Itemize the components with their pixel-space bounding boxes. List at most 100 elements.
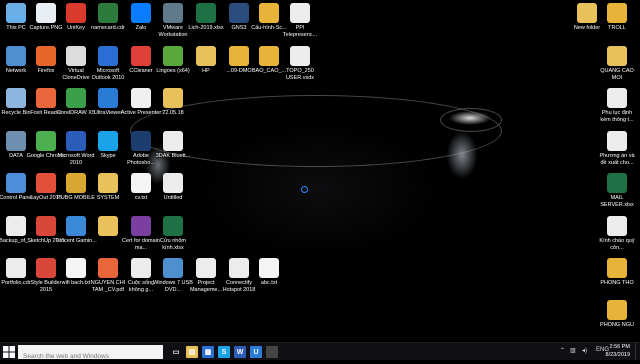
desktop-icon-label: MAIL SERVER.xlsx [600, 195, 634, 208]
task-view-icon[interactable]: ▭ [170, 346, 182, 358]
drive-icon [6, 131, 26, 151]
word-file-icon [131, 258, 151, 278]
archive-file-icon [607, 258, 627, 278]
busy-cursor-icon [301, 186, 308, 193]
blank-window-icon[interactable] [266, 346, 278, 358]
ccleaner-icon [131, 46, 151, 66]
taskbar-clock[interactable]: 2:56 PM 8/23/2019 [606, 344, 630, 359]
desktop-icon-label: PHONG NGU [600, 322, 634, 328]
desktop-icon[interactable]: TOPO_250 USER.vsdx [279, 46, 321, 81]
desktop-icon-label: Untitled [163, 195, 183, 201]
outlook-icon [98, 46, 118, 66]
desktop-icon[interactable]: Cửu nhôm kính.xlsx [152, 216, 194, 251]
folder-icon [98, 173, 118, 193]
desktop-icon[interactable]: PHONG THO [596, 258, 638, 287]
desktop-wallpaper: This PC Capture.PNG UniKey namecard.cdr Zalo… [0, 0, 640, 342]
archive-file-icon [229, 46, 249, 66]
windows-start-icon[interactable] [3, 346, 15, 358]
word-file-icon [607, 216, 627, 236]
skype-icon [98, 131, 118, 151]
show-desktop-button[interactable] [635, 343, 640, 360]
document-icon [290, 3, 310, 23]
gns3-icon [229, 3, 249, 23]
vmware-icon [163, 3, 183, 23]
taskbar-search-box[interactable] [18, 345, 163, 364]
desktop-icon-label: QUANG CAO MOI [600, 68, 634, 81]
clonedrive-icon [66, 46, 86, 66]
skype-icon[interactable]: S [218, 346, 230, 358]
desktop-icon[interactable]: 22.05.18 [152, 88, 194, 117]
word-icon[interactable]: W [234, 346, 246, 358]
desktop-icon-label: TROLL [608, 25, 626, 31]
word-file-icon [607, 131, 627, 151]
desktop-icon[interactable]: QUANG CAO MOI [596, 46, 638, 81]
usb-dvd-icon [163, 258, 183, 278]
desktop-icon[interactable]: Phương án và đề xuất cho... [596, 131, 638, 166]
desktop-icon[interactable]: 3DAK Bluett... [152, 131, 194, 160]
connectify-icon [229, 258, 249, 278]
lingoes-icon [163, 46, 183, 66]
desktop-icon-label: 3DAK Bluett... [155, 153, 191, 159]
text-file-icon [259, 258, 279, 278]
coreldraw-file-icon [6, 258, 26, 278]
wallpaper-car-headlight [440, 108, 502, 132]
active-presenter-icon [131, 88, 151, 108]
desktop-icon[interactable]: Kính chào quý côn... [596, 216, 638, 251]
pdf-file-icon [98, 258, 118, 278]
desktop-icon-label: PHONG THO [600, 280, 634, 286]
clock-date: 8/23/2019 [605, 351, 630, 358]
coreldraw-icon [66, 88, 86, 108]
network-icon[interactable]: ▥ [570, 347, 576, 354]
desktop-icon[interactable]: PPI Telepresenc... [279, 3, 321, 38]
network-icon [6, 46, 26, 66]
style-builder-icon [36, 258, 56, 278]
text-file-icon [131, 173, 151, 193]
archive-file-icon [259, 46, 279, 66]
pubg-icon [66, 173, 86, 193]
chrome-icon [36, 131, 56, 151]
word-file-icon [163, 131, 183, 151]
desktop-icon-label: 22.05.18 [162, 110, 184, 116]
desktop-icon[interactable]: abc.txt [248, 258, 290, 287]
visio-file-icon [290, 46, 310, 66]
word-file-icon [607, 88, 627, 108]
desktop-icon[interactable]: TROLL [596, 3, 638, 32]
unikey-icon [66, 3, 86, 23]
desktop-icon-label: Tencent Gamin... [55, 238, 97, 244]
desktop-icon-label: Cửu nhôm kính.xlsx [160, 238, 186, 251]
search-input[interactable] [18, 349, 163, 364]
excel-file-icon [196, 3, 216, 23]
taskbar: ▭▤▦SWU ⌃ ▥ ◂) ENG 2:56 PM 8/23/2019 [0, 342, 640, 364]
ultraviewer-icon [98, 88, 118, 108]
coreldraw-file-icon [98, 3, 118, 23]
file-explorer-icon[interactable]: ▤ [186, 346, 198, 358]
desktop-icon[interactable]: MAIL SERVER.xlsx [596, 173, 638, 208]
tray-overflow-icon[interactable]: ⌃ [560, 347, 565, 354]
recycle-bin-icon [6, 88, 26, 108]
image-file-icon [36, 3, 56, 23]
document-icon [6, 216, 26, 236]
desktop-icon-label: Kính chào quý côn... [599, 238, 635, 251]
desktop-icon[interactable]: PHONG NGU [596, 300, 638, 329]
excel-file-icon [163, 216, 183, 236]
desktop-icon[interactable]: Untitled [152, 173, 194, 202]
folder-icon [196, 46, 216, 66]
clock-time: 2:56 PM [609, 344, 630, 350]
foxit-reader-icon [36, 88, 56, 108]
folder-icon [98, 216, 118, 236]
zalo-icon [131, 3, 151, 23]
control-panel-icon [6, 173, 26, 193]
word-icon [66, 131, 86, 151]
computer-icon [6, 3, 26, 23]
archive-file-icon [607, 300, 627, 320]
word-file-icon [163, 173, 183, 193]
ultraviewer-icon[interactable]: U [250, 346, 262, 358]
store-icon[interactable]: ▦ [202, 346, 214, 358]
folder-icon [607, 46, 627, 66]
tencent-icon [66, 216, 86, 236]
volume-icon[interactable]: ◂) [582, 347, 587, 354]
layout-icon [36, 173, 56, 193]
archive-file-icon [259, 3, 279, 23]
folder-icon [577, 3, 597, 23]
desktop-icon[interactable]: Phụ lục định kèm thông t... [596, 88, 638, 123]
